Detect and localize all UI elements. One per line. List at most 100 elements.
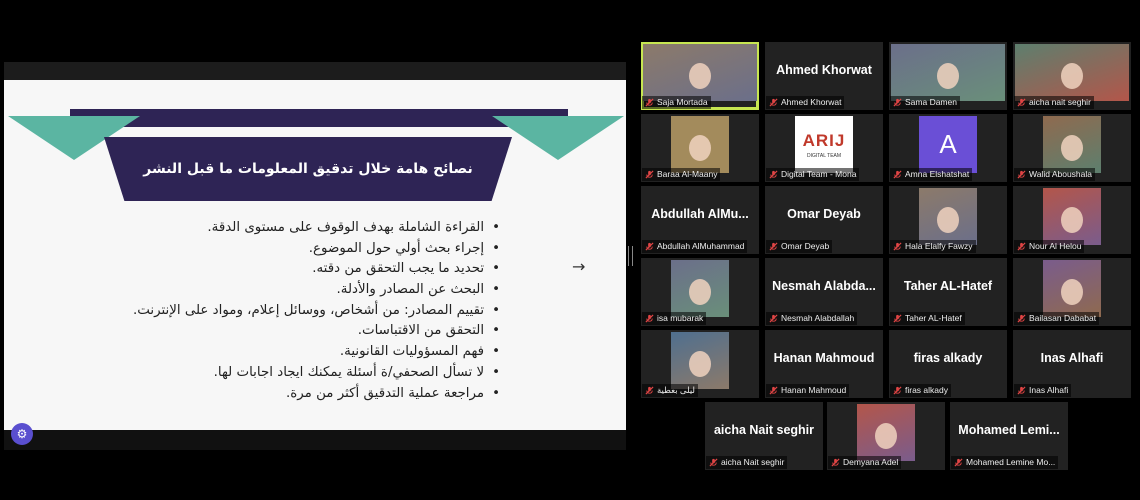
participant-name-text: ليلى بعطية — [657, 385, 695, 395]
panel-resize-handle[interactable] — [628, 246, 633, 266]
slide-bullet-list: القراءة الشاملة بهدف الوقوف على مستوى ال… — [133, 218, 500, 404]
participant-video — [1015, 44, 1129, 101]
participant-tile[interactable]: aicha nait seghir — [1013, 42, 1131, 110]
logo-subtext: DIGITAL TEAM — [806, 152, 842, 159]
participant-tile[interactable]: Sama Damen — [889, 42, 1007, 110]
participant-name-text: Saja Mortada — [657, 97, 708, 107]
participant-tile[interactable]: Nour Al Helou — [1013, 186, 1131, 254]
participant-name-label: Inas Alhafi — [1014, 384, 1072, 397]
person-silhouette — [875, 422, 897, 449]
person-silhouette — [1061, 278, 1083, 305]
participant-tile[interactable]: Inas Alhafi Inas Alhafi — [1013, 330, 1131, 398]
slide-title: نصائح هامة خلال تدقيق المعلومات ما قبل ا… — [143, 161, 473, 177]
participant-name-text: Taher AL-Hatef — [905, 313, 962, 323]
person-silhouette — [689, 350, 711, 377]
participant-name-label: Omar Deyab — [766, 240, 833, 253]
participant-name-label: Walid Aboushala — [1014, 168, 1096, 181]
participant-photo — [1043, 188, 1101, 245]
muted-mic-icon — [769, 170, 778, 179]
muted-mic-icon — [1017, 170, 1026, 179]
participant-name-text: Demyana Adel — [843, 457, 899, 467]
participant-display-name: Abdullah AlMu... — [651, 207, 749, 221]
participant-name-label: Nour Al Helou — [1014, 240, 1085, 253]
participant-tile[interactable]: isa mubarak — [641, 258, 759, 326]
settings-gear-icon[interactable]: ⚙ — [11, 423, 33, 445]
avatar: A — [919, 116, 977, 173]
muted-mic-icon — [769, 386, 778, 395]
participant-display-name: Mohamed Lemi... — [958, 423, 1060, 437]
muted-mic-icon — [769, 242, 778, 251]
participant-display-name: aicha Nait seghir — [713, 423, 815, 437]
participant-name-label: Hanan Mahmoud — [766, 384, 850, 397]
participant-name-text: Mohamed Lemine Mo... — [966, 457, 1056, 467]
participant-name-text: isa mubarak — [657, 313, 704, 323]
muted-mic-icon — [1017, 98, 1026, 107]
participant-photo — [671, 116, 729, 173]
participant-name-text: Omar Deyab — [781, 241, 830, 251]
participant-display-name: Taher AL-Hatef — [903, 279, 993, 293]
participant-display-name: Inas Alhafi — [1040, 351, 1104, 365]
participant-video — [891, 44, 1005, 101]
participant-tile[interactable]: Hala Elalfy Fawzy — [889, 186, 1007, 254]
participant-tile[interactable]: Walid Aboushala — [1013, 114, 1131, 182]
participant-name-label: Taher AL-Hatef — [890, 312, 965, 325]
muted-mic-icon — [645, 98, 654, 107]
participant-name-label: Ahmed Khorwat — [766, 96, 845, 109]
participant-tile[interactable]: ARIJ DIGITAL TEAM Digital Team - Mona — [765, 114, 883, 182]
participant-tile[interactable]: Abdullah AlMu... Abdullah AlMuhammad — [641, 186, 759, 254]
participant-name-text: Nour Al Helou — [1029, 241, 1082, 251]
participant-photo — [671, 260, 729, 317]
participant-tile[interactable]: aicha Nait seghir aicha Nait seghir — [705, 402, 823, 470]
arrow-right-icon[interactable]: → — [572, 257, 585, 276]
slide-title-banner: نصائح هامة خلال تدقيق المعلومات ما قبل ا… — [104, 137, 512, 201]
participant-name-label: aicha Nait seghir — [706, 456, 788, 469]
participant-name-label: firas alkady — [890, 384, 951, 397]
participant-name-text: Digital Team - Mona — [781, 169, 857, 179]
muted-mic-icon — [954, 458, 963, 467]
bullet-item: تحديد ما يجب التحقق من دقته. — [133, 259, 500, 280]
participant-tile[interactable]: Bailasan Dababat — [1013, 258, 1131, 326]
participant-tile[interactable]: A Amna Elshatshat — [889, 114, 1007, 182]
participant-name-label: Mohamed Lemine Mo... — [951, 456, 1059, 469]
participant-tile[interactable]: ليلى بعطية — [641, 330, 759, 398]
participant-display-name: firas alkady — [913, 351, 983, 365]
person-silhouette — [689, 134, 711, 161]
participant-tile[interactable]: Omar Deyab Omar Deyab — [765, 186, 883, 254]
participant-tile[interactable]: firas alkady firas alkady — [889, 330, 1007, 398]
muted-mic-icon — [893, 242, 902, 251]
participant-display-name: Ahmed Khorwat — [776, 63, 872, 77]
participant-tile[interactable]: Ahmed Khorwat Ahmed Khorwat — [765, 42, 883, 110]
participant-name-label: aicha nait seghir — [1014, 96, 1094, 109]
bullet-item: القراءة الشاملة بهدف الوقوف على مستوى ال… — [133, 218, 500, 239]
participant-tile[interactable]: Mohamed Lemi... Mohamed Lemine Mo... — [950, 402, 1068, 470]
muted-mic-icon — [1017, 314, 1026, 323]
participant-photo — [1043, 260, 1101, 317]
participant-tile[interactable]: Hanan Mahmoud Hanan Mahmoud — [765, 330, 883, 398]
muted-mic-icon — [831, 458, 840, 467]
muted-mic-icon — [645, 386, 654, 395]
participant-tile[interactable]: Demyana Adel — [827, 402, 945, 470]
participant-name-text: aicha Nait seghir — [721, 457, 785, 467]
participant-name-label: Saja Mortada — [642, 96, 711, 109]
participant-photo — [857, 404, 915, 461]
person-silhouette — [1061, 134, 1083, 161]
participant-name-text: aicha nait seghir — [1029, 97, 1091, 107]
participant-name-label: Hala Elalfy Fawzy — [890, 240, 976, 253]
participant-tile[interactable]: Taher AL-Hatef Taher AL-Hatef — [889, 258, 1007, 326]
teal-triangle-right — [492, 116, 624, 160]
muted-mic-icon — [769, 98, 778, 107]
participant-name-label: Demyana Adel — [828, 456, 902, 469]
logo-text: ARIJ — [802, 130, 846, 150]
muted-mic-icon — [893, 170, 902, 179]
participant-name-label: isa mubarak — [642, 312, 707, 325]
participant-name-text: Abdullah AlMuhammad — [657, 241, 745, 251]
muted-mic-icon — [893, 386, 902, 395]
muted-mic-icon — [1017, 386, 1026, 395]
person-silhouette — [937, 206, 959, 233]
participant-tile[interactable]: Saja Mortada — [641, 42, 759, 110]
participant-name-text: Hanan Mahmoud — [781, 385, 847, 395]
participant-name-text: Bailasan Dababat — [1029, 313, 1097, 323]
participant-tile[interactable]: Baraa Al-Maany — [641, 114, 759, 182]
participant-display-name: Nesmah Alabda... — [772, 279, 876, 293]
participant-tile[interactable]: Nesmah Alabda... Nesmah Alabdallah — [765, 258, 883, 326]
